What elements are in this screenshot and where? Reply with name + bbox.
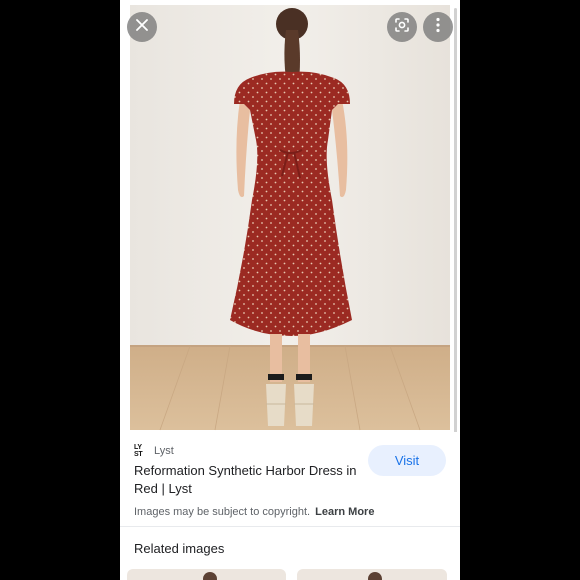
- divider: [120, 526, 460, 527]
- lyst-logo-bottom: ST: [134, 451, 143, 458]
- result-info-panel: LY ST Lyst Reformation Synthetic Harbor …: [120, 432, 460, 580]
- google-lens-button[interactable]: [387, 12, 417, 42]
- related-image-thumbnail[interactable]: [297, 569, 447, 580]
- source-name: Lyst: [154, 445, 174, 457]
- image-viewer-panel: LY ST Lyst Reformation Synthetic Harbor …: [120, 0, 460, 580]
- more-options-button[interactable]: [423, 12, 453, 42]
- learn-more-link[interactable]: Learn More: [315, 506, 374, 518]
- visit-button[interactable]: Visit: [368, 445, 446, 476]
- more-vert-icon: [435, 17, 441, 38]
- lyst-logo-top: LY: [134, 444, 142, 451]
- screen: LY ST Lyst Reformation Synthetic Harbor …: [0, 0, 580, 580]
- copyright-notice: Images may be subject to copyright. Lear…: [134, 506, 374, 518]
- related-image-thumbnail[interactable]: [127, 569, 286, 580]
- copyright-text: Images may be subject to copyright.: [134, 506, 311, 518]
- lyst-logo: LY ST: [134, 443, 148, 459]
- product-image[interactable]: [120, 0, 460, 432]
- close-icon: [136, 18, 148, 36]
- related-images-heading: Related images: [134, 541, 225, 556]
- close-button[interactable]: [127, 12, 157, 42]
- thumbnail-person: [203, 572, 217, 580]
- source-row[interactable]: LY ST Lyst: [134, 443, 174, 459]
- thumbnail-person: [368, 572, 382, 580]
- google-lens-icon: [394, 17, 410, 38]
- result-title[interactable]: Reformation Synthetic Harbor Dress in Re…: [134, 462, 359, 498]
